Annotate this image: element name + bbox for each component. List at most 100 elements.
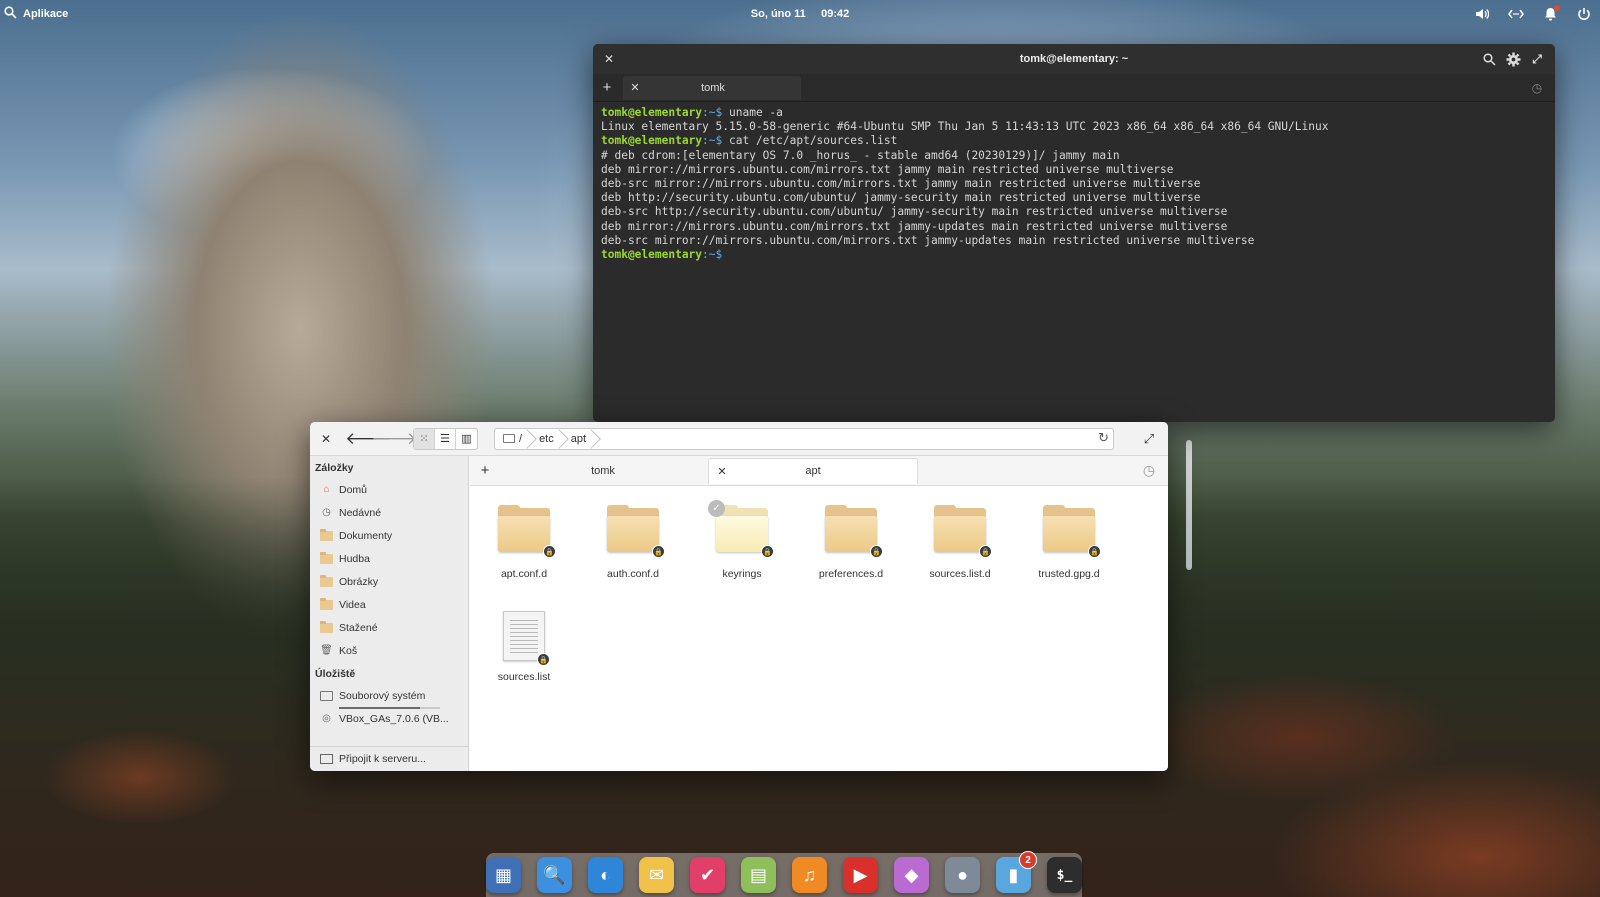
lock-icon: 🔒 [537, 653, 550, 666]
sidebar-item-downloads[interactable]: Stažené [310, 616, 468, 639]
folder-item[interactable]: 🔒 sources.list.d [910, 505, 1010, 580]
close-icon[interactable]: ✕ [597, 47, 621, 71]
file-item[interactable]: 🔒 sources.list [474, 611, 574, 683]
dock-music-icon[interactable]: ♫ [792, 857, 827, 893]
dock-mail-icon[interactable]: ✉ [639, 857, 674, 893]
dock-badge: 2 [1019, 851, 1037, 869]
notifications-icon[interactable] [1542, 5, 1560, 22]
close-icon[interactable]: ✕ [313, 428, 339, 450]
folder-item[interactable]: 🔒 trusted.gpg.d [1019, 505, 1119, 580]
new-tab-icon[interactable]: + [595, 76, 619, 100]
network-icon[interactable] [1508, 6, 1524, 22]
dock-terminal-icon[interactable]: $_ [1047, 857, 1082, 893]
files-tabbar: + tomk ✕ apt ◷ [470, 456, 1168, 486]
folder-icon [320, 620, 333, 633]
dock-glyph: ◆ [904, 864, 919, 885]
lock-icon: 🔒 [979, 545, 992, 558]
maximize-icon[interactable]: ⤢ [1136, 428, 1162, 450]
sidebar-item-documents[interactable]: Dokumenty [310, 524, 468, 547]
folder-item[interactable]: 🔒 preferences.d [801, 505, 901, 580]
connect-server-button[interactable]: Připojit k serveru... [310, 746, 468, 771]
maximize-icon[interactable]: ⤢ [1525, 47, 1549, 71]
list-view-icon[interactable]: ☰ [435, 428, 456, 449]
dock-glyph: ♫ [802, 864, 817, 885]
column-view-icon[interactable]: ▥ [456, 429, 477, 449]
terminal-prompt-user: tomk@elementary [601, 134, 703, 148]
terminal-output[interactable]: tomk@elementary:~$ uname -a Linux element… [593, 102, 1555, 266]
gear-icon[interactable] [1501, 47, 1525, 71]
bookmarks-heading: Záložky [315, 462, 354, 474]
dock-calendar-icon[interactable]: ▤ [741, 857, 776, 893]
folder-icon: 🔒 [825, 505, 883, 558]
breadcrumb[interactable]: / etc apt ↻ [494, 427, 1114, 450]
dock-tasks-icon[interactable]: ✔ [690, 857, 725, 893]
terminal-tab[interactable]: ✕ tomk [623, 75, 801, 100]
search-icon[interactable] [1477, 47, 1501, 71]
folder-item[interactable]: ✓ 🔒 keyrings [692, 500, 792, 580]
files-window[interactable]: ✕ 🡐 🡒 ⁙ ☰ ▥ / etc apt ↻ ⤢ Záložky ⌂ Domů … [310, 422, 1168, 771]
history-icon[interactable]: ◷ [1136, 460, 1162, 482]
notification-badge [1554, 5, 1560, 11]
terminal-prompt-user: tomk@elementary [601, 106, 703, 119]
applications-menu[interactable]: Aplikace [0, 6, 68, 22]
lock-icon: 🔒 [761, 545, 774, 558]
breadcrumb-apt[interactable]: apt [563, 428, 595, 450]
grid-view-icon[interactable]: ⁙ [414, 428, 435, 449]
sidebar-item-vbox-disc[interactable]: ◎ VBox_GAs_7.0.6 (VB... [310, 707, 468, 730]
storage-heading: Úložiště [315, 668, 356, 680]
dock-glyph: ▦ [494, 864, 512, 885]
folder-icon [320, 574, 333, 587]
reload-icon[interactable]: ↻ [1098, 430, 1109, 446]
file-name-label: sources.list [497, 671, 551, 683]
search-icon [4, 6, 17, 22]
terminal-prompt-dir: :~$ [702, 106, 723, 119]
terminal-titlebar[interactable]: ✕ tomk@elementary: ~ ⤢ [593, 44, 1555, 74]
close-tab-icon[interactable]: ✕ [709, 460, 735, 482]
dock-system-settings-icon[interactable]: ● [945, 857, 980, 893]
sidebar-item-pictures[interactable]: Obrázky [310, 570, 468, 593]
sidebar-item-filesystem[interactable]: Souborový systém [310, 684, 468, 709]
datetime-indicator[interactable]: So, úno 11 09:42 [0, 8, 1600, 20]
terminal-prompt-user: tomk@elementary [601, 248, 703, 262]
sidebar-item-recent[interactable]: ◷ Nedávné [310, 501, 468, 524]
sidebar-item-videos[interactable]: Videa [310, 593, 468, 616]
files-headerbar[interactable]: ✕ 🡐 🡒 ⁙ ☰ ▥ / etc apt ↻ ⤢ [310, 422, 1168, 456]
volume-icon[interactable] [1474, 6, 1490, 22]
dock-web-browser-icon[interactable]: ◐ [588, 857, 623, 893]
tab-tomk[interactable]: tomk [498, 458, 708, 484]
tab-apt[interactable]: ✕ apt [708, 457, 918, 484]
folder-item[interactable]: 🔒 auth.conf.d [583, 505, 683, 580]
dock-appcenter-icon[interactable]: ▮ 2 [996, 851, 1037, 893]
breadcrumb-etc[interactable]: etc [531, 428, 563, 450]
home-icon: ⌂ [323, 484, 330, 495]
folder-item[interactable]: 🔒 apt.conf.d [474, 505, 574, 580]
dock-photos-icon[interactable]: ◆ [894, 857, 929, 893]
drive-icon [503, 434, 515, 443]
checkmark-icon[interactable]: ✓ [708, 500, 725, 517]
terminal-tab-label: tomk [701, 81, 725, 94]
file-name-label: sources.list.d [929, 568, 991, 580]
harddisk-icon [320, 690, 333, 701]
dock-glyph: ▤ [749, 864, 767, 885]
dock-glyph: ▶ [853, 864, 868, 885]
sidebar-item-music[interactable]: Hudba [310, 547, 468, 570]
terminal-window[interactable]: ✕ tomk@elementary: ~ ⤢ + ✕ tomk ◷ tomk@e… [593, 44, 1555, 422]
folder-icon: 🔒 [934, 505, 992, 558]
file-name-label: keyrings [722, 568, 762, 580]
close-tab-icon[interactable]: ✕ [623, 76, 647, 100]
new-tab-icon[interactable]: + [472, 460, 498, 482]
breadcrumb-root[interactable]: / [495, 428, 531, 450]
dock-multitasking-view-icon[interactable]: ▦ [486, 857, 521, 893]
history-icon[interactable]: ◷ [1525, 76, 1549, 100]
power-icon[interactable] [1576, 6, 1592, 22]
dock-files-icon[interactable]: 🔍 [537, 857, 572, 893]
sidebar-item-trash[interactable]: 🗑 Koš [310, 639, 468, 662]
sidebar-item-home[interactable]: ⌂ Domů [310, 478, 468, 501]
dock-videos-icon[interactable]: ▶ [843, 857, 878, 893]
view-switcher: ⁙ ☰ ▥ [413, 427, 478, 450]
terminal-line: Linux elementary 5.15.0-58-generic #64-U… [601, 120, 1329, 134]
trash-icon: 🗑 [320, 645, 333, 656]
applications-label: Aplikace [23, 8, 69, 20]
file-name-label: auth.conf.d [607, 568, 659, 580]
forward-arrow-icon[interactable]: 🡒 [371, 428, 417, 450]
